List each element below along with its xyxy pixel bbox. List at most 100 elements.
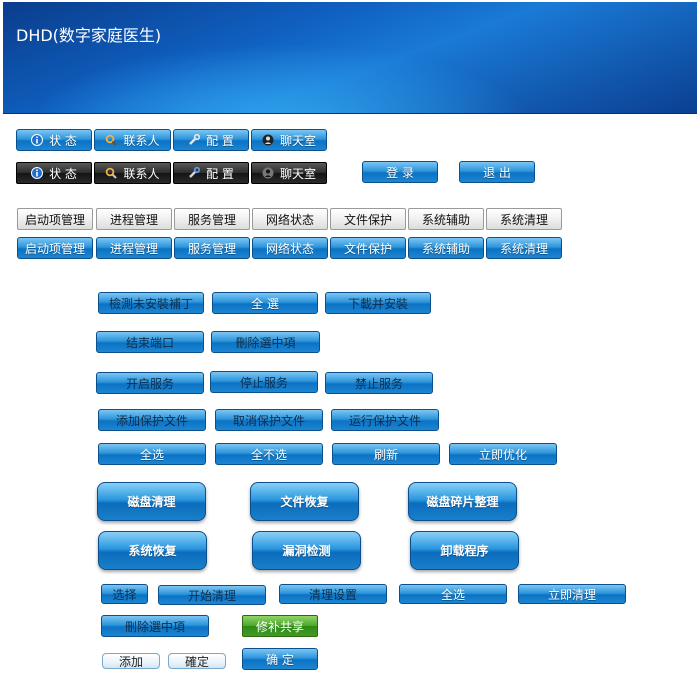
nav-contacts-button[interactable]: 联系人 xyxy=(94,129,171,151)
tab-gray-system-assist[interactable]: 系统辅助 xyxy=(408,208,484,230)
app-title: DHD(数字家庭医生) xyxy=(16,26,162,45)
button-label: 添加保护文件 xyxy=(115,413,188,428)
logout-button[interactable]: 退 出 xyxy=(459,161,535,183)
tab-blue-service[interactable]: 服务管理 xyxy=(174,237,250,259)
clean-select-all-button[interactable]: 全选 xyxy=(399,584,507,604)
tab-gray-file-protect[interactable]: 文件保护 xyxy=(330,208,406,230)
tab-label: 服务管理 xyxy=(187,212,236,227)
tab-label: 系统清理 xyxy=(499,241,548,256)
button-label: 全不选 xyxy=(250,447,287,462)
system-restore-button[interactable]: 系统恢复 xyxy=(98,531,207,570)
tab-blue-file-protect[interactable]: 文件保护 xyxy=(330,237,406,259)
refresh-button[interactable]: 刷新 xyxy=(332,443,440,465)
button-label: 立即清理 xyxy=(547,587,596,602)
button-label: 磁盘清理 xyxy=(127,495,176,509)
tab-label: 进程管理 xyxy=(109,212,158,227)
file-recovery-button[interactable]: 文件恢复 xyxy=(250,482,359,521)
button-label: 开始清理 xyxy=(187,588,236,603)
disk-defrag-button[interactable]: 磁盘碎片整理 xyxy=(408,482,517,521)
login-label: 登 录 xyxy=(386,165,414,180)
button-label: 确 定 xyxy=(266,652,294,667)
nav-contacts-label: 联系人 xyxy=(123,133,160,148)
nav-chatroom-button[interactable]: 聊天室 xyxy=(251,129,327,151)
button-label: 禁止服务 xyxy=(354,376,403,391)
nav-dark-status-button[interactable]: 状 态 xyxy=(16,162,92,184)
button-label: 確定 xyxy=(184,654,209,669)
button-label: 选择 xyxy=(112,587,137,602)
tab-label: 进程管理 xyxy=(109,241,158,256)
tab-label: 网络状态 xyxy=(265,241,314,256)
confirm-button[interactable]: 確定 xyxy=(168,653,226,669)
download-install-button[interactable]: 下載并安裝 xyxy=(325,292,431,314)
optimize-now-button[interactable]: 立即优化 xyxy=(449,443,557,465)
button-label: 刷新 xyxy=(373,447,398,462)
button-label: 取消保护文件 xyxy=(232,413,305,428)
nav-dark-status-label: 状 态 xyxy=(49,166,77,181)
button-label: 下載并安裝 xyxy=(347,296,408,311)
delete-selected-button[interactable]: 刪除選中項 xyxy=(211,331,320,353)
tab-blue-system-assist[interactable]: 系统辅助 xyxy=(408,237,484,259)
select-all-button[interactable]: 全选 xyxy=(98,443,206,465)
select-none-button[interactable]: 全不选 xyxy=(215,443,323,465)
button-label: 全 選 xyxy=(251,296,279,311)
nav-dark-chatroom-button[interactable]: 聊天室 xyxy=(251,162,327,184)
search-icon xyxy=(105,167,118,179)
select-all-patches-button[interactable]: 全 選 xyxy=(212,292,318,314)
tab-label: 网络状态 xyxy=(265,212,314,227)
add-protected-file-button[interactable]: 添加保护文件 xyxy=(98,409,206,431)
detect-patches-button[interactable]: 檢測未安裝補丁 xyxy=(98,292,204,314)
button-label: 卸载程序 xyxy=(440,544,489,558)
end-port-button[interactable]: 结束端口 xyxy=(96,331,204,353)
button-label: 刪除選中項 xyxy=(235,335,296,350)
button-label: 立即优化 xyxy=(478,447,527,462)
wrench-icon xyxy=(188,134,201,146)
info-icon xyxy=(31,167,44,179)
tab-gray-system-clean[interactable]: 系统清理 xyxy=(486,208,562,230)
nav-config-button[interactable]: 配 置 xyxy=(173,129,249,151)
run-protected-file-button[interactable]: 运行保护文件 xyxy=(331,409,439,431)
disable-service-button[interactable]: 禁止服务 xyxy=(325,372,433,394)
tab-gray-service[interactable]: 服务管理 xyxy=(174,208,250,230)
tab-blue-system-clean[interactable]: 系统清理 xyxy=(486,237,562,259)
tab-label: 系统辅助 xyxy=(421,212,470,227)
nav-dark-config-button[interactable]: 配 置 xyxy=(173,162,249,184)
tab-gray-startup[interactable]: 启动项管理 xyxy=(17,208,93,230)
login-button[interactable]: 登 录 xyxy=(362,161,438,183)
button-label: 文件恢复 xyxy=(280,495,329,509)
ok-button[interactable]: 确 定 xyxy=(242,648,318,670)
tab-label: 系统清理 xyxy=(499,212,548,227)
tab-blue-startup[interactable]: 启动项管理 xyxy=(17,237,93,259)
nav-status-label: 状 态 xyxy=(49,133,77,148)
repair-share-button[interactable]: 修补共享 xyxy=(242,615,318,637)
tab-label: 启动项管理 xyxy=(24,212,85,227)
delete-selected-items-button[interactable]: 刪除選中項 xyxy=(101,615,209,637)
tab-blue-network[interactable]: 网络状态 xyxy=(252,237,328,259)
start-service-button[interactable]: 开启服务 xyxy=(96,372,204,394)
nav-status-button[interactable]: 状 态 xyxy=(16,129,92,151)
tab-blue-process[interactable]: 进程管理 xyxy=(96,237,172,259)
nav-dark-contacts-button[interactable]: 联系人 xyxy=(94,162,171,184)
vulnerability-scan-button[interactable]: 漏洞检测 xyxy=(252,531,361,570)
tab-gray-network[interactable]: 网络状态 xyxy=(252,208,328,230)
add-button[interactable]: 添加 xyxy=(102,653,160,669)
clean-now-button[interactable]: 立即清理 xyxy=(518,584,626,604)
info-icon xyxy=(31,134,44,146)
tab-label: 系统辅助 xyxy=(421,241,470,256)
tab-gray-process[interactable]: 进程管理 xyxy=(96,208,172,230)
button-label: 修补共享 xyxy=(255,619,304,634)
disk-cleanup-button[interactable]: 磁盘清理 xyxy=(97,482,206,521)
nav-dark-config-label: 配 置 xyxy=(206,166,234,181)
uninstall-program-button[interactable]: 卸载程序 xyxy=(410,531,519,570)
button-label: 系统恢复 xyxy=(128,544,177,558)
button-label: 檢測未安裝補丁 xyxy=(108,296,193,311)
tab-label: 启动项管理 xyxy=(24,241,85,256)
button-label: 结束端口 xyxy=(125,335,174,350)
button-label: 清理设置 xyxy=(308,587,357,602)
start-clean-button[interactable]: 开始清理 xyxy=(158,585,266,605)
stop-service-button[interactable]: 停止服务 xyxy=(210,371,318,393)
button-label: 全选 xyxy=(139,447,164,462)
cancel-protected-file-button[interactable]: 取消保护文件 xyxy=(215,409,323,431)
button-label: 开启服务 xyxy=(125,376,174,391)
clean-settings-button[interactable]: 清理设置 xyxy=(279,584,387,604)
choose-button[interactable]: 选择 xyxy=(101,584,148,604)
